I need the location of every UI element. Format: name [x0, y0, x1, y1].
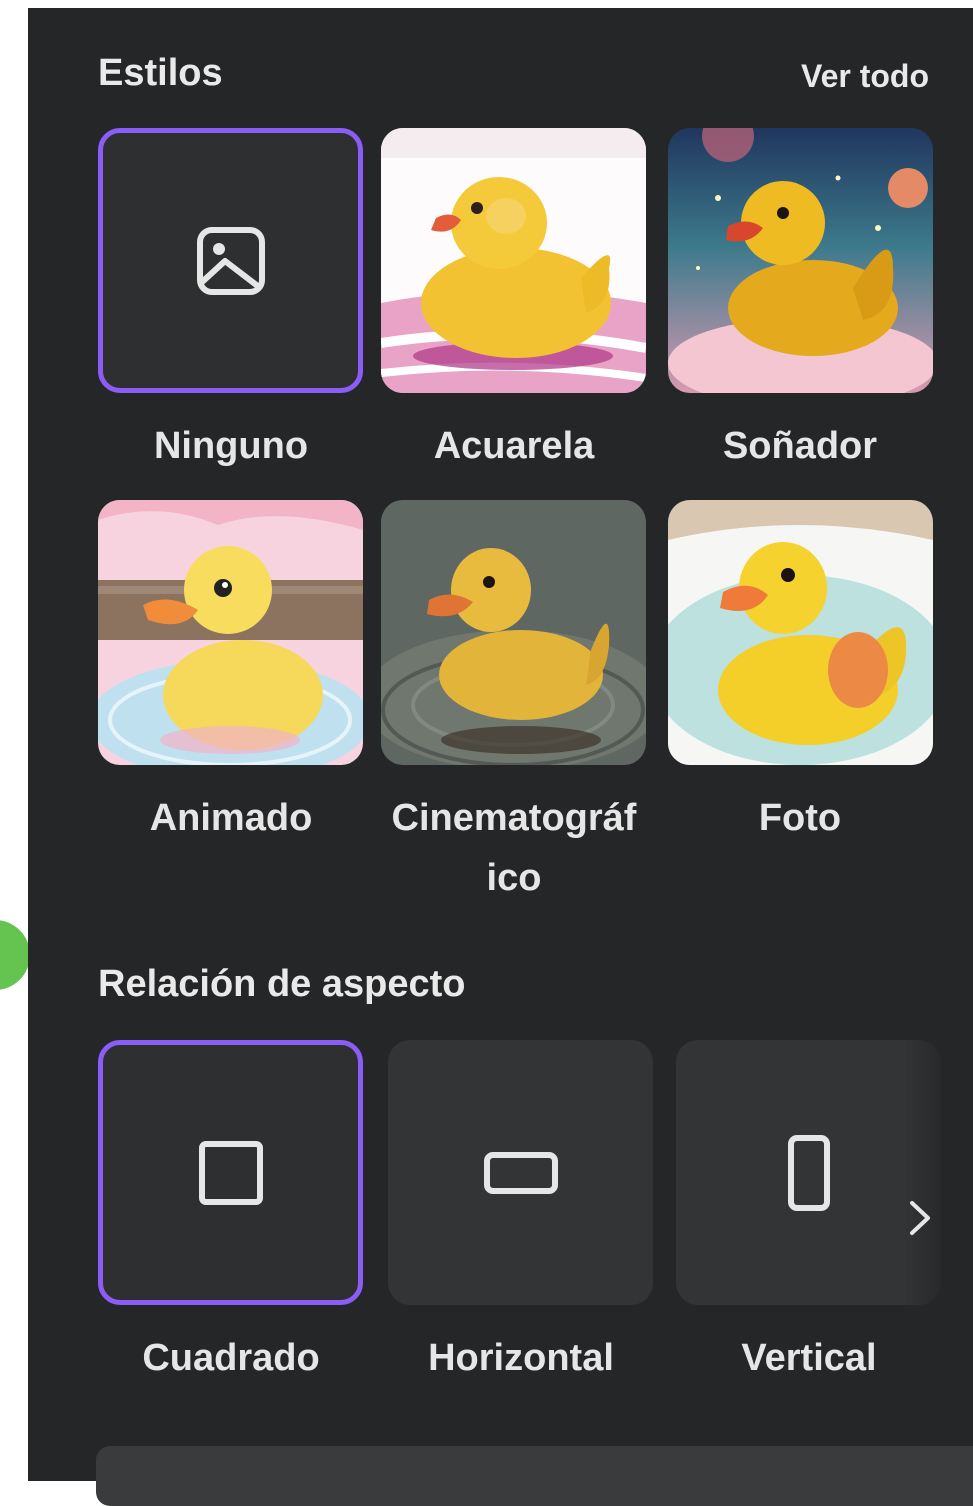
see-all-link[interactable]: Ver todo — [801, 58, 929, 95]
anime-duck-thumbnail — [98, 500, 363, 765]
style-option-acuarela[interactable] — [381, 128, 646, 393]
aspect-label-vertical: Vertical — [741, 1337, 877, 1379]
aspect-label-horizontal: Horizontal — [428, 1337, 614, 1379]
generate-button[interactable] — [96, 1446, 973, 1506]
style-option-ninguno[interactable] — [98, 128, 363, 393]
image-icon — [196, 226, 265, 295]
photo-duck-thumbnail — [668, 500, 933, 765]
style-label-sonador: Soñador — [722, 425, 878, 467]
cinematic-duck-thumbnail — [381, 500, 646, 765]
style-label-animado: Animado — [149, 797, 313, 839]
style-label-ninguno: Ninguno — [153, 425, 309, 467]
aspect-label-cuadrado: Cuadrado — [142, 1337, 320, 1379]
aspect-option-cuadrado[interactable] — [98, 1040, 363, 1305]
portrait-rectangle-icon — [787, 1134, 830, 1211]
landscape-rectangle-icon — [483, 1151, 558, 1194]
style-label-foto: Foto — [758, 797, 842, 839]
ai-image-settings-panel: Estilos Ver todo Ninguno Acuarela Soñado… — [28, 8, 973, 1506]
dreamy-duck-thumbnail — [668, 128, 933, 393]
chevron-right-icon[interactable] — [900, 1193, 940, 1243]
styles-title: Estilos — [98, 52, 223, 94]
style-label-acuarela: Acuarela — [433, 425, 595, 467]
style-option-animado[interactable] — [98, 500, 363, 765]
style-option-sonador[interactable] — [668, 128, 933, 393]
style-option-foto[interactable] — [668, 500, 933, 765]
aspect-ratio-title: Relación de aspecto — [98, 963, 466, 1005]
style-option-cinematografico[interactable] — [381, 500, 646, 765]
collapse-handle[interactable] — [0, 920, 30, 990]
aspect-option-vertical[interactable] — [676, 1040, 941, 1305]
carousel-fade — [903, 1038, 973, 1328]
watercolor-duck-thumbnail — [381, 128, 646, 393]
square-icon — [198, 1140, 263, 1205]
aspect-option-horizontal[interactable] — [388, 1040, 653, 1305]
style-label-cinematografico: Cinematográf ico — [391, 797, 637, 899]
